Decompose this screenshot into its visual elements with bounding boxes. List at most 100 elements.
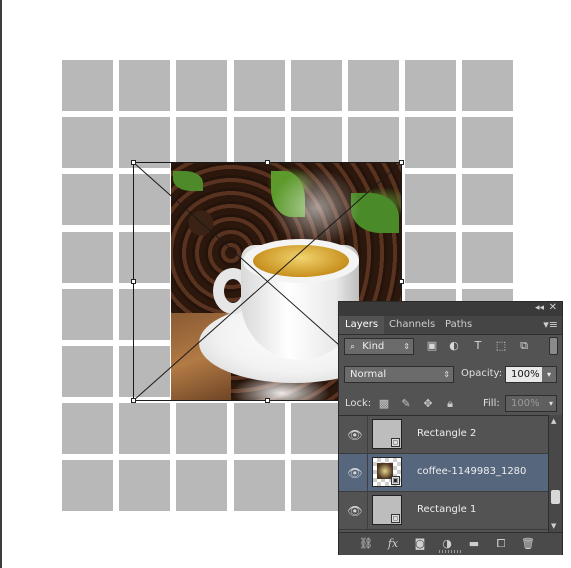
layer-thumbnail: ▣ [372, 457, 402, 487]
transform-handle-bottom[interactable] [265, 398, 270, 403]
panel-tabbar: Layers Channels Paths ▾≡ [339, 316, 562, 335]
lock-image-icon[interactable]: ✎ [399, 397, 413, 410]
lock-label: Lock: [345, 398, 372, 409]
smart-object-filter-icon[interactable]: ⧉ [517, 339, 531, 353]
panel-menu-icon[interactable]: ▾≡ [543, 318, 558, 331]
grid-rectangle [119, 403, 170, 454]
panel-titlebar[interactable]: ◂◂ ✕ [339, 302, 562, 316]
grid-rectangle [234, 60, 285, 111]
type-filter-icon[interactable]: T [471, 339, 485, 353]
grid-rectangle [62, 60, 113, 111]
chevron-down-icon: ▾ [542, 367, 556, 382]
layers-panel: ◂◂ ✕ Layers Channels Paths ▾≡ ⌕ Kind ⇕ ▣… [338, 301, 563, 555]
coffee-surface [253, 245, 349, 277]
new-group-icon[interactable]: ▬ [466, 537, 482, 551]
add-mask-icon[interactable]: ◙ [412, 537, 428, 551]
layer-thumbnail: ▢ [372, 419, 402, 449]
transform-handle-top[interactable] [265, 160, 270, 165]
layer-row-rectangle-2[interactable]: 👁︎ ▢ Rectangle 2 [339, 416, 548, 454]
fill-label: Fill: [483, 398, 500, 409]
scroll-down-icon[interactable]: ▼ [551, 522, 556, 530]
lock-all-icon[interactable]: 🔒︎ [443, 397, 457, 411]
grid-rectangle [119, 232, 170, 283]
filter-kind-label: Kind [362, 341, 385, 352]
steam [271, 168, 361, 248]
search-icon: ⌕ [350, 342, 356, 352]
grid-rectangle [119, 289, 170, 340]
fx-icon[interactable]: fx [385, 537, 401, 551]
grid-rectangle [62, 232, 113, 283]
layer-list-scrollbar[interactable]: ▲ ▼ [548, 415, 562, 532]
layer-name[interactable]: Rectangle 1 [417, 504, 476, 515]
shape-badge-icon: ▢ [391, 514, 400, 523]
opacity-input[interactable]: 100% ▾ [505, 366, 557, 383]
grid-rectangle [119, 117, 170, 168]
opacity-value: 100% [511, 369, 540, 380]
leaf [173, 171, 203, 191]
transform-handle-right[interactable] [399, 279, 404, 284]
tab-paths[interactable]: Paths [439, 316, 478, 334]
grid-rectangle [405, 232, 456, 283]
delete-icon[interactable]: 🗑︎ [520, 537, 536, 551]
chevron-updown-icon: ⇕ [443, 370, 450, 379]
grid-rectangle [462, 60, 513, 111]
grid-rectangle [176, 403, 227, 454]
eye-icon[interactable]: 👁︎ [347, 503, 363, 519]
layer-name[interactable]: coffee-1149983_1280 [417, 466, 526, 477]
scroll-up-icon[interactable]: ▲ [551, 417, 556, 425]
adjustment-layer-icon[interactable]: ◑ [439, 537, 455, 551]
filter-kind-select[interactable]: ⌕ Kind ⇕ [344, 338, 414, 355]
adjustment-filter-icon[interactable]: ◐ [447, 339, 461, 353]
grid-rectangle [291, 403, 342, 454]
grid-rectangle [62, 289, 113, 340]
grid-rectangle [62, 117, 113, 168]
transform-handle-bottom-left[interactable] [131, 398, 136, 403]
blend-mode-value: Normal [350, 369, 387, 380]
scroll-thumb[interactable] [551, 490, 560, 504]
new-layer-icon[interactable]: ⧠ [493, 537, 509, 551]
grid-rectangle [348, 60, 399, 111]
shape-filter-icon[interactable]: ⬚ [494, 339, 508, 353]
transform-handle-left[interactable] [131, 279, 136, 284]
pixel-filter-icon[interactable]: ▣ [425, 339, 439, 353]
layer-row-coffee[interactable]: 👁︎ ▣ coffee-1149983_1280 [339, 454, 548, 492]
grid-rectangle [234, 117, 285, 168]
tab-layers[interactable]: Layers [339, 316, 385, 334]
grid-rectangle [234, 403, 285, 454]
grid-rectangle [291, 117, 342, 168]
chevron-updown-icon: ⇕ [403, 342, 410, 351]
grid-rectangle [291, 460, 342, 511]
grid-rectangle [119, 346, 170, 397]
opacity-label: Opacity: [461, 368, 503, 379]
transform-handle-top-left[interactable] [131, 160, 136, 165]
divider [367, 416, 368, 454]
grid-rectangle [119, 60, 170, 111]
grid-rectangle [62, 174, 113, 225]
tab-channels[interactable]: Channels [383, 316, 441, 334]
grid-rectangle [176, 460, 227, 511]
layer-list: 👁︎ ▢ Rectangle 2 👁︎ ▣ coffee-1149983_128… [339, 415, 548, 533]
layer-row-rectangle-1[interactable]: 👁︎ ▢ Rectangle 1 [339, 492, 548, 530]
grid-rectangle [462, 232, 513, 283]
grid-rectangle [176, 60, 227, 111]
panel-resize-grip[interactable] [439, 550, 461, 553]
double-chevron-icon[interactable]: ◂◂ [535, 303, 544, 313]
grid-rectangle [234, 460, 285, 511]
grid-rectangle [176, 117, 227, 168]
grid-rectangle [62, 460, 113, 511]
close-icon[interactable]: ✕ [549, 302, 557, 313]
lock-position-icon[interactable]: ✥ [421, 397, 435, 410]
lock-transparent-icon[interactable]: ▩ [377, 397, 391, 410]
link-layers-icon[interactable]: ⛓ [358, 537, 374, 551]
fill-input[interactable]: 100% ▾ [505, 395, 557, 412]
eye-icon[interactable]: 👁︎ [347, 465, 363, 481]
grid-rectangle [348, 117, 399, 168]
transform-handle-top-right[interactable] [399, 160, 404, 165]
eye-icon[interactable]: 👁︎ [347, 427, 363, 443]
blend-mode-select[interactable]: Normal ⇕ [344, 366, 454, 383]
grid-rectangle [462, 174, 513, 225]
layer-name[interactable]: Rectangle 2 [417, 428, 476, 439]
grid-rectangle [405, 174, 456, 225]
filter-toggle[interactable] [549, 337, 558, 355]
chevron-down-icon: ▾ [548, 399, 553, 408]
